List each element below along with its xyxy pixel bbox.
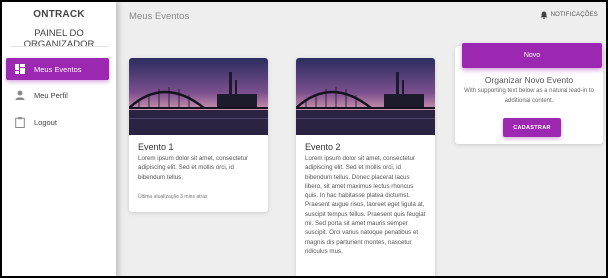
sidebar-item-label: Meus Eventos (34, 64, 82, 74)
event-card[interactable]: Evento 2 Lorem ipsum dolor sit amet, con… (296, 58, 435, 276)
sidebar-item-logout[interactable]: Logout (6, 111, 109, 133)
notifications-button[interactable]: NOTIFICAÇÕES (540, 11, 598, 19)
new-event-header: Novo (462, 43, 602, 68)
event-description: Lorem ipsum dolor sit amet, consectetur … (138, 155, 249, 181)
notifications-label: NOTIFICAÇÕES (550, 12, 598, 18)
person-icon (14, 89, 26, 101)
clipboard-icon (14, 116, 26, 128)
event-image (129, 58, 268, 135)
sidebar-item-label: Meu Perfil (34, 90, 68, 100)
new-event-panel: Novo Organizar Novo Evento With supporti… (455, 43, 603, 144)
event-title: Evento 1 (138, 142, 174, 152)
new-event-text: With supporting text below as a natural … (464, 88, 594, 104)
dashboard-icon (14, 63, 26, 75)
bell-icon (540, 11, 548, 19)
page-title: Meus Eventos (129, 11, 190, 22)
sidebar-item-meus-eventos[interactable]: Meus Eventos (6, 58, 109, 80)
sidebar-item-label: Logout (34, 117, 57, 127)
event-description: Lorem ipsum dolor sit amet, consectetur … (305, 155, 426, 255)
event-title: Evento 2 (305, 142, 341, 152)
sidebar: ONTRACK PAINEL DO ORGANIZADOR Meus Event… (2, 2, 116, 276)
new-event-title: Organizar Novo Evento (484, 75, 574, 85)
event-image (296, 58, 435, 135)
brand-title: ONTRACK (33, 9, 85, 20)
cadastrar-button[interactable]: CADASTRAR (503, 118, 561, 137)
sidebar-item-meu-perfil[interactable]: Meu Perfil (6, 84, 109, 106)
app-window: ONTRACK PAINEL DO ORGANIZADOR Meus Event… (0, 0, 608, 278)
sidebar-divider (10, 46, 108, 47)
event-updated: Última atualização 3 mins atrás (138, 193, 208, 200)
event-card[interactable]: Evento 1 Lorem ipsum dolor sit amet, con… (129, 58, 268, 212)
